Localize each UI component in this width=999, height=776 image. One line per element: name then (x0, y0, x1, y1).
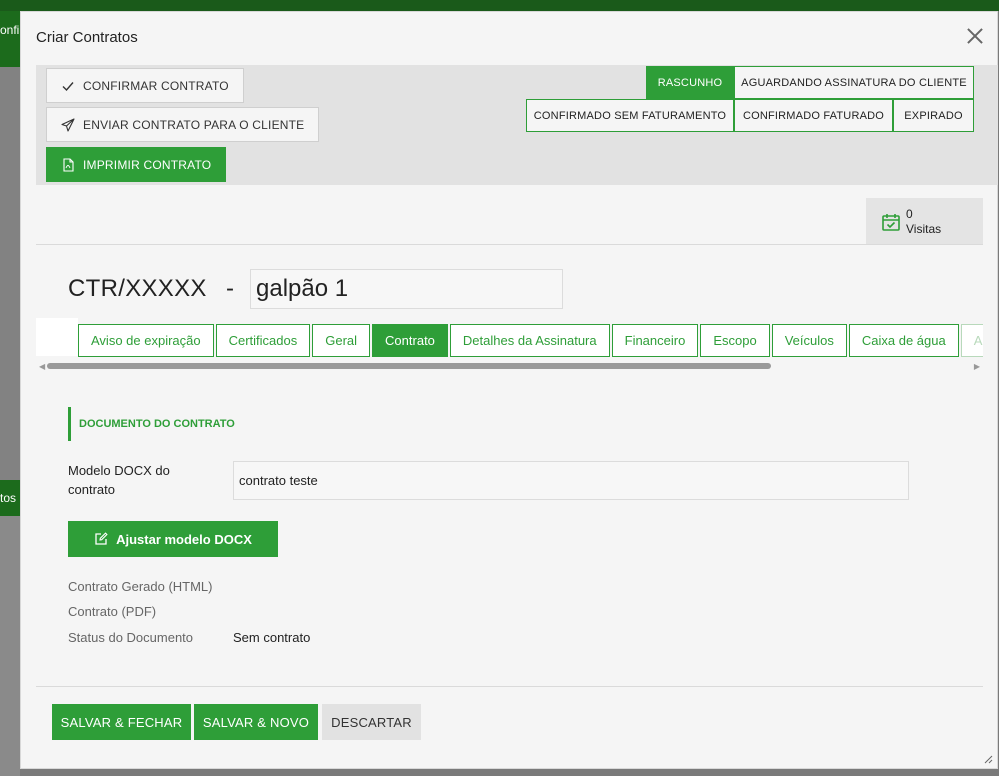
tab-certificados[interactable]: Certificados (215, 324, 311, 357)
background-topbar (0, 0, 999, 11)
create-contract-modal: Criar Contratos CONFIRMAR CONTRATO ENVIA… (20, 11, 998, 769)
background-nav-strip: onfi (0, 11, 20, 67)
status-expirado[interactable]: EXPIRADO (893, 99, 974, 132)
background-panel-lower (0, 516, 20, 776)
docx-model-label-line2: contrato (68, 482, 115, 497)
visits-count: 0 (906, 206, 913, 221)
tab-geral[interactable]: Geral (312, 324, 371, 357)
docx-model-label: Modelo DOCX do contrato (68, 461, 170, 499)
tab-escopo[interactable]: Escopo (700, 324, 770, 357)
adjust-docx-button[interactable]: Ajustar modelo DOCX (68, 521, 278, 557)
tab-contrato[interactable]: Contrato (372, 324, 448, 357)
docx-model-input[interactable] (233, 461, 909, 500)
status-confirmado-faturado[interactable]: CONFIRMADO FATURADO (734, 99, 893, 132)
document-status-value: Sem contrato (233, 630, 311, 645)
scroll-right-arrow-icon[interactable]: ▶ (974, 362, 980, 371)
contract-code: CTR/XXXXX (68, 275, 207, 302)
discard-button[interactable]: DESCARTAR (322, 704, 421, 740)
tab-ve-culos[interactable]: Veículos (771, 324, 847, 357)
tab-aviso-de-expira-o[interactable]: Aviso de expiração (78, 324, 214, 357)
contract-name-input[interactable] (250, 269, 563, 309)
send-contract-button[interactable]: ENVIAR CONTRATO PARA O CLIENTE (46, 107, 320, 142)
tab-financeiro[interactable]: Financeiro (611, 324, 699, 357)
tab-an[interactable]: An (960, 324, 983, 357)
background-section-text: tos (0, 491, 17, 505)
status-confirmado-sem-faturamento[interactable]: CONFIRMADO SEM FATURAMENTO (526, 99, 734, 132)
action-toolbar: CONFIRMAR CONTRATO ENVIAR CONTRATO PARA … (36, 65, 998, 185)
tabs-scrollbar[interactable]: ◀ ▶ (39, 362, 980, 371)
contract-separator: - (226, 275, 234, 302)
status-aguardando-assinatura[interactable]: AGUARDANDO ASSINATURA DO CLIENTE (734, 66, 974, 99)
contract-pdf-label: Contrato (PDF) (68, 604, 157, 619)
print-contract-label: IMPRIMIR CONTRATO (83, 157, 212, 172)
calendar-check-icon (882, 213, 900, 231)
print-contract-button[interactable]: IMPRIMIR CONTRATO (46, 147, 227, 182)
paper-plane-icon (61, 117, 75, 132)
modal-title: Criar Contratos (36, 29, 138, 46)
tabs-scrollbar-thumb[interactable] (47, 363, 771, 369)
status-rascunho[interactable]: RASCUNHO (646, 66, 734, 99)
visits-label: Visitas (906, 221, 942, 236)
tab-caixa-de-gua[interactable]: Caixa de água (848, 324, 959, 357)
save-new-button[interactable]: SALVAR & NOVO (194, 704, 318, 740)
background-panel (0, 67, 20, 480)
visits-text: 0 Visitas (906, 207, 941, 237)
scroll-left-arrow-icon[interactable]: ◀ (39, 362, 45, 371)
tabs-list: Aviso de expiração Certificados Geral Contr… (78, 324, 983, 357)
visits-widget[interactable]: 0 Visitas (866, 198, 983, 245)
background-section-strip: tos (0, 480, 20, 516)
header-divider (36, 244, 983, 245)
edit-icon (95, 532, 108, 545)
document-status-label: Status do Documento (68, 630, 194, 645)
tabs-bar: Aviso de expiração Certificados Geral Contr… (36, 318, 983, 372)
pdf-file-icon (63, 157, 74, 172)
docx-model-label-line1: Modelo DOCX do (68, 463, 170, 478)
confirm-contract-label: CONFIRMAR CONTRATO (83, 78, 229, 93)
generated-html-label: Contrato Gerado (HTML) (68, 579, 213, 594)
resize-handle-icon[interactable] (984, 755, 993, 764)
send-contract-label: ENVIAR CONTRATO PARA O CLIENTE (83, 117, 305, 132)
background-nav-text: onfi (0, 23, 20, 37)
check-icon (62, 81, 74, 91)
tab-detalhes-da-assinatura[interactable]: Detalhes da Assinatura (449, 324, 610, 357)
confirm-contract-button[interactable]: CONFIRMAR CONTRATO (46, 68, 244, 103)
tabs-left-spacer (36, 318, 78, 356)
adjust-docx-label: Ajustar modelo DOCX (116, 531, 252, 547)
footer-divider (36, 686, 983, 687)
close-icon[interactable] (965, 26, 985, 46)
save-close-button[interactable]: SALVAR & FECHAR (52, 704, 191, 740)
section-title: DOCUMENTO DO CONTRATO (68, 407, 235, 441)
